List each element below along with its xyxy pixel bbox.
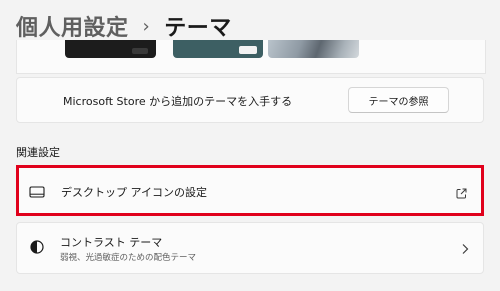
breadcrumb-parent[interactable]: 個人用設定 — [16, 10, 129, 42]
desktop-icon-settings-row[interactable]: デスクトップ アイコンの設定 — [16, 165, 484, 216]
desktop-icon-settings-label: デスクトップ アイコンの設定 — [61, 186, 207, 199]
theme-thumbnail-teal[interactable] — [173, 40, 263, 58]
chevron-right-icon — [461, 240, 469, 259]
contrast-icon — [30, 239, 44, 258]
desktop-monitor-icon — [29, 183, 45, 202]
page-title: テーマ — [164, 16, 232, 41]
contrast-themes-row[interactable]: コントラスト テーマ 弱視、光過敏症のための配色テーマ — [16, 222, 484, 274]
open-external-icon — [456, 184, 467, 203]
breadcrumb-separator: › — [142, 15, 151, 37]
store-themes-text: Microsoft Store から追加のテーマを入手する — [63, 95, 293, 108]
store-themes-row: Microsoft Store から追加のテーマを入手する テーマの参照 — [16, 77, 484, 123]
browse-themes-button[interactable]: テーマの参照 — [348, 87, 449, 113]
contrast-themes-label: コントラスト テーマ — [60, 236, 163, 249]
related-settings-title: 関連設定 — [16, 146, 60, 159]
contrast-themes-description: 弱視、光過敏症のための配色テーマ — [60, 253, 197, 263]
breadcrumb: 個人用設定 › テーマ — [16, 10, 232, 42]
theme-thumbnail-dark[interactable] — [65, 40, 156, 58]
theme-thumbnail-flower[interactable] — [268, 40, 359, 58]
theme-thumbnails — [16, 40, 486, 74]
